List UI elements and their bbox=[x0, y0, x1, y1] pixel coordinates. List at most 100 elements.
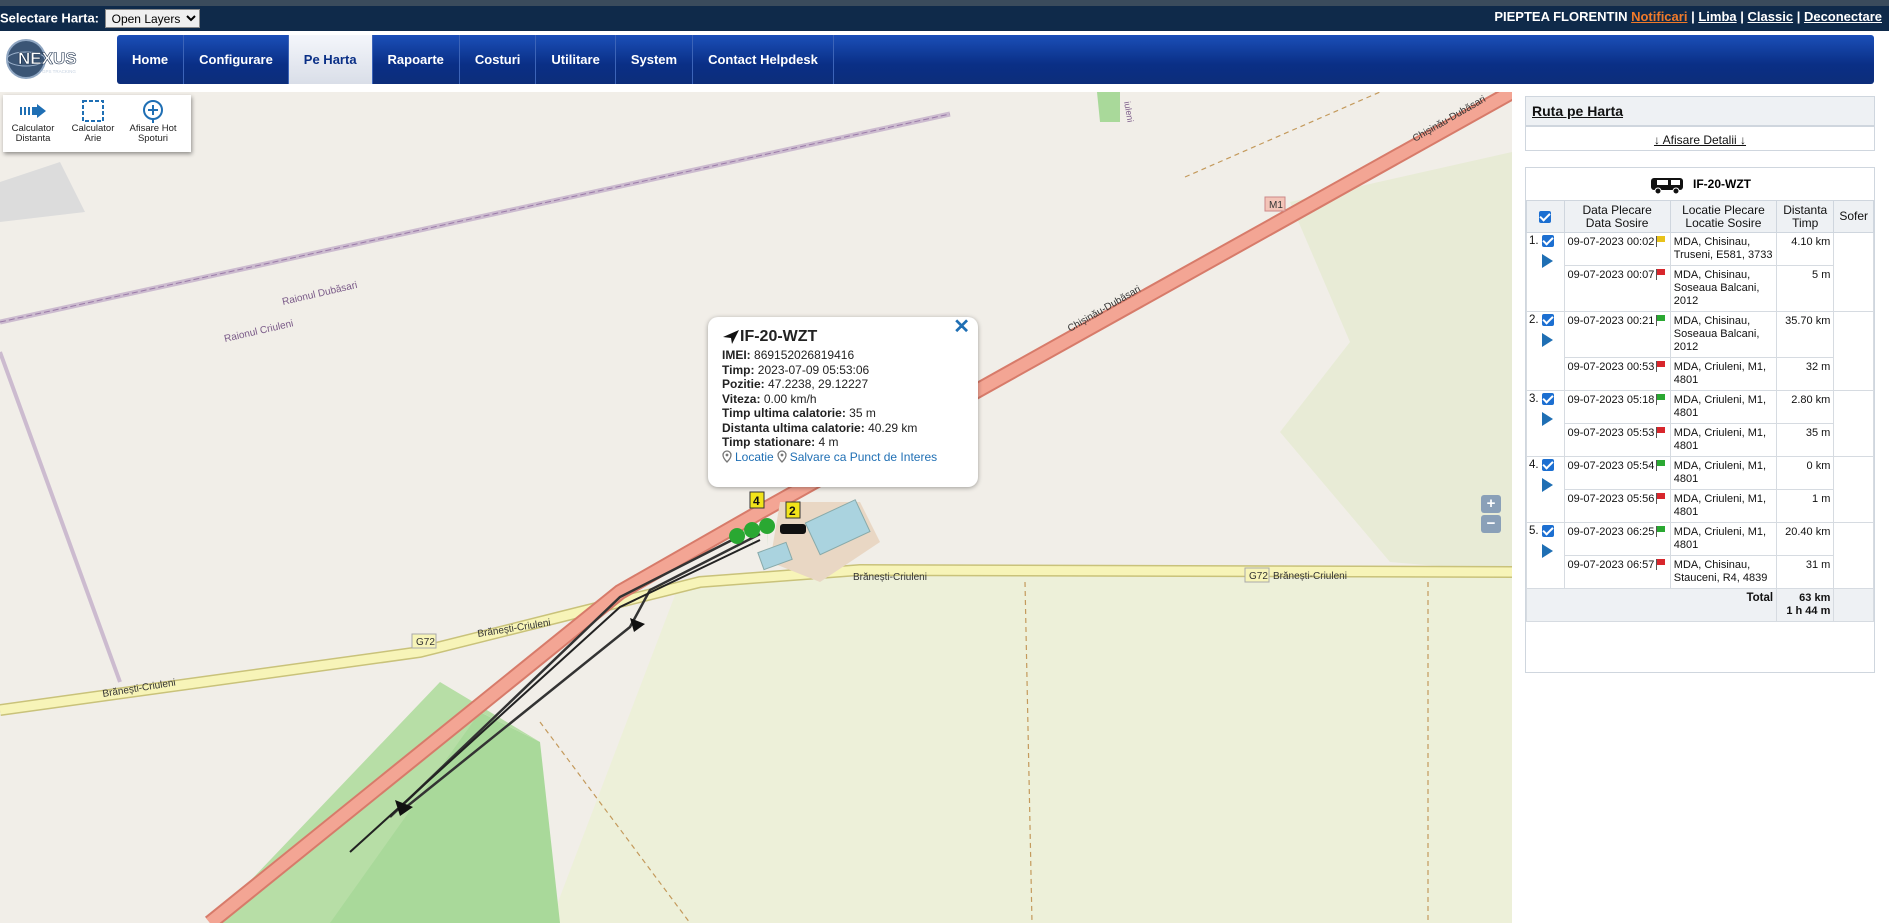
arrival-date: 09-07-2023 06:57 bbox=[1563, 555, 1671, 589]
track bbox=[1184, 92, 1381, 178]
trips-body: 1. 09-07-2023 00:02 MDA, Chisinau, Trusen… bbox=[1526, 232, 1874, 589]
calculator-distanta-tool[interactable]: Calculator Distanta bbox=[3, 95, 63, 152]
park-area bbox=[1097, 92, 1120, 122]
label-raionul-dubasari: Raionul Dubăsari bbox=[281, 280, 358, 308]
departure-date: 09-07-2023 00:21 bbox=[1563, 311, 1671, 358]
departure-date: 09-07-2023 00:02 bbox=[1563, 232, 1671, 266]
svg-text:GPS TRACKING: GPS TRACKING bbox=[42, 69, 76, 74]
trip-departure-row: 2. 09-07-2023 00:21 MDA, Chisinau, Soseau… bbox=[1526, 311, 1874, 391]
label-branesti-criuleni: Brănești-Criuleni bbox=[853, 572, 927, 583]
trip-checkbox[interactable] bbox=[1541, 525, 1554, 537]
nav-home[interactable]: Home bbox=[117, 35, 185, 84]
play-icon[interactable] bbox=[1542, 544, 1553, 559]
map-selector: Selectare Harta: Open Layers bbox=[0, 9, 200, 28]
nexus-logo[interactable]: NEXUS GPS TRACKING bbox=[4, 34, 114, 84]
label-branesti-criuleni: Brănești-Criuleni bbox=[477, 618, 552, 640]
flag-icon bbox=[1656, 526, 1666, 537]
separator: | bbox=[1796, 9, 1801, 24]
ruta-pe-harta-title[interactable]: Ruta pe Harta bbox=[1525, 96, 1875, 126]
departure-location: MDA, Criuleni, M1, 4801 bbox=[1669, 522, 1778, 556]
zoom-in-button[interactable]: + bbox=[1481, 495, 1501, 513]
flag-icon bbox=[1656, 394, 1666, 405]
afisare-hot-spoturi-tool[interactable]: Afisare Hot Spoturi bbox=[123, 95, 183, 152]
trip-checkbox[interactable] bbox=[1541, 459, 1554, 471]
deconectare-link[interactable]: Deconectare bbox=[1804, 9, 1882, 24]
trip-time: 32 m bbox=[1776, 357, 1835, 391]
flag-icon bbox=[1656, 269, 1666, 280]
map-select-dropdown[interactable]: Open Layers bbox=[104, 9, 200, 28]
nav-utilitare[interactable]: Utilitare bbox=[536, 35, 616, 84]
trip-checkbox[interactable] bbox=[1541, 314, 1554, 326]
trip-marker-2-label: 2 bbox=[789, 504, 796, 518]
departure-date: 09-07-2023 06:25 bbox=[1563, 522, 1671, 556]
zoom-out-button[interactable]: − bbox=[1481, 515, 1501, 533]
notificari-link[interactable]: Notificari bbox=[1631, 9, 1687, 24]
trip-time: 31 m bbox=[1776, 555, 1835, 589]
menu-bar: Home Configurare Pe Harta Rapoarte Costu… bbox=[117, 35, 1874, 84]
trip-time: 5 m bbox=[1776, 265, 1835, 312]
salvare-punct-interes-link[interactable]: Salvare ca Punct de Interes bbox=[790, 450, 937, 465]
distance-time-header: Distanta Timp bbox=[1776, 200, 1835, 233]
trip-distance: 4.10 km bbox=[1776, 232, 1835, 266]
arrival-date: 09-07-2023 05:56 bbox=[1563, 489, 1671, 523]
play-icon[interactable] bbox=[1542, 478, 1553, 493]
popup-timp-ultima-calatorie: Timp ultima calatorie: 35 m bbox=[722, 406, 876, 420]
map-canvas[interactable]: 4 2 Raionul Dubăsari Raionul Criuleni Ch… bbox=[0, 92, 1512, 923]
trip-index-cell: 5. bbox=[1526, 522, 1564, 589]
nav-configurare[interactable]: Configurare bbox=[184, 35, 289, 84]
popup-timp: Timp: 2023-07-09 05:53:06 bbox=[722, 362, 870, 377]
trip-marker-4-label: 4 bbox=[753, 494, 760, 508]
vehicle-icon[interactable] bbox=[780, 524, 806, 534]
flag-icon bbox=[1656, 427, 1666, 438]
m1-label: M1 bbox=[1269, 200, 1283, 211]
district-boundary bbox=[0, 351, 122, 683]
departure-location: MDA, Criuleni, M1, 4801 bbox=[1669, 456, 1778, 490]
map-view[interactable]: 4 2 Raionul Dubăsari Raionul Criuleni Ch… bbox=[0, 92, 1512, 923]
play-icon[interactable] bbox=[1542, 412, 1553, 427]
arrival-location: MDA, Criuleni, M1, 4801 bbox=[1669, 423, 1778, 457]
departure-date: 09-07-2023 05:54 bbox=[1563, 456, 1671, 490]
limba-link[interactable]: Limba bbox=[1698, 9, 1736, 24]
arrival-date: 09-07-2023 00:53 bbox=[1563, 357, 1671, 391]
total-row: Total 63 km 1 h 44 m bbox=[1525, 588, 1874, 622]
afisare-detalii-link[interactable]: ↓ Afisare Detalii ↓ bbox=[1525, 126, 1875, 151]
total-label: Total bbox=[1525, 588, 1778, 622]
g72-label: G72 bbox=[1249, 571, 1268, 582]
trip-distance: 0 km bbox=[1776, 456, 1835, 490]
field-area bbox=[550, 567, 1512, 923]
main-navigation: NEXUS GPS TRACKING Home Configurare Pe H… bbox=[0, 31, 1889, 88]
departure-date: 09-07-2023 05:18 bbox=[1563, 390, 1671, 424]
select-all-header[interactable] bbox=[1526, 200, 1565, 233]
afisare-hot-spoturi-label: Afisare Hot Spoturi bbox=[129, 123, 177, 144]
classic-link[interactable]: Classic bbox=[1748, 9, 1794, 24]
flag-icon bbox=[1656, 460, 1666, 471]
popup-timp-stationare: Timp stationare: 4 m bbox=[722, 435, 839, 449]
trip-sofer bbox=[1833, 390, 1874, 457]
map-tools: Calculator Distanta Calculator Arie Afis… bbox=[3, 95, 191, 152]
departure-location: MDA, Criuleni, M1, 4801 bbox=[1669, 390, 1778, 424]
trip-time: 35 m bbox=[1776, 423, 1835, 457]
close-icon[interactable]: ✕ bbox=[953, 317, 970, 336]
play-icon[interactable] bbox=[1542, 254, 1553, 269]
separator: | bbox=[1740, 9, 1744, 24]
trip-sofer bbox=[1833, 232, 1874, 312]
play-icon[interactable] bbox=[1542, 333, 1553, 348]
hotspot-plus-icon bbox=[143, 100, 163, 123]
calculator-arie-tool[interactable]: Calculator Arie bbox=[63, 95, 123, 152]
arrival-location: MDA, Chisinau, Stauceni, R4, 4839 bbox=[1669, 555, 1778, 589]
locatie-link[interactable]: Locatie bbox=[735, 450, 774, 465]
nav-system[interactable]: System bbox=[616, 35, 694, 84]
select-all-checkbox[interactable] bbox=[1539, 210, 1552, 223]
trip-checkbox[interactable] bbox=[1541, 393, 1554, 405]
nav-rapoarte[interactable]: Rapoarte bbox=[373, 35, 460, 84]
nav-costuri[interactable]: Costuri bbox=[460, 35, 537, 84]
route-table-box: IF-20-WZT Data Plecare Data Sosire Locati… bbox=[1525, 167, 1875, 673]
arrival-location: MDA, Criuleni, M1, 4801 bbox=[1669, 489, 1778, 523]
trip-index-cell: 2. bbox=[1526, 311, 1564, 391]
nav-contact-helpdesk[interactable]: Contact Helpdesk bbox=[693, 35, 834, 84]
nav-pe-harta[interactable]: Pe Harta bbox=[288, 35, 373, 84]
user-name: PIEPTEA FLORENTIN bbox=[1494, 9, 1628, 24]
green-pin-icon[interactable] bbox=[759, 518, 776, 547]
label-iuleni: iuleni bbox=[1122, 101, 1135, 123]
trip-checkbox[interactable] bbox=[1541, 235, 1554, 247]
